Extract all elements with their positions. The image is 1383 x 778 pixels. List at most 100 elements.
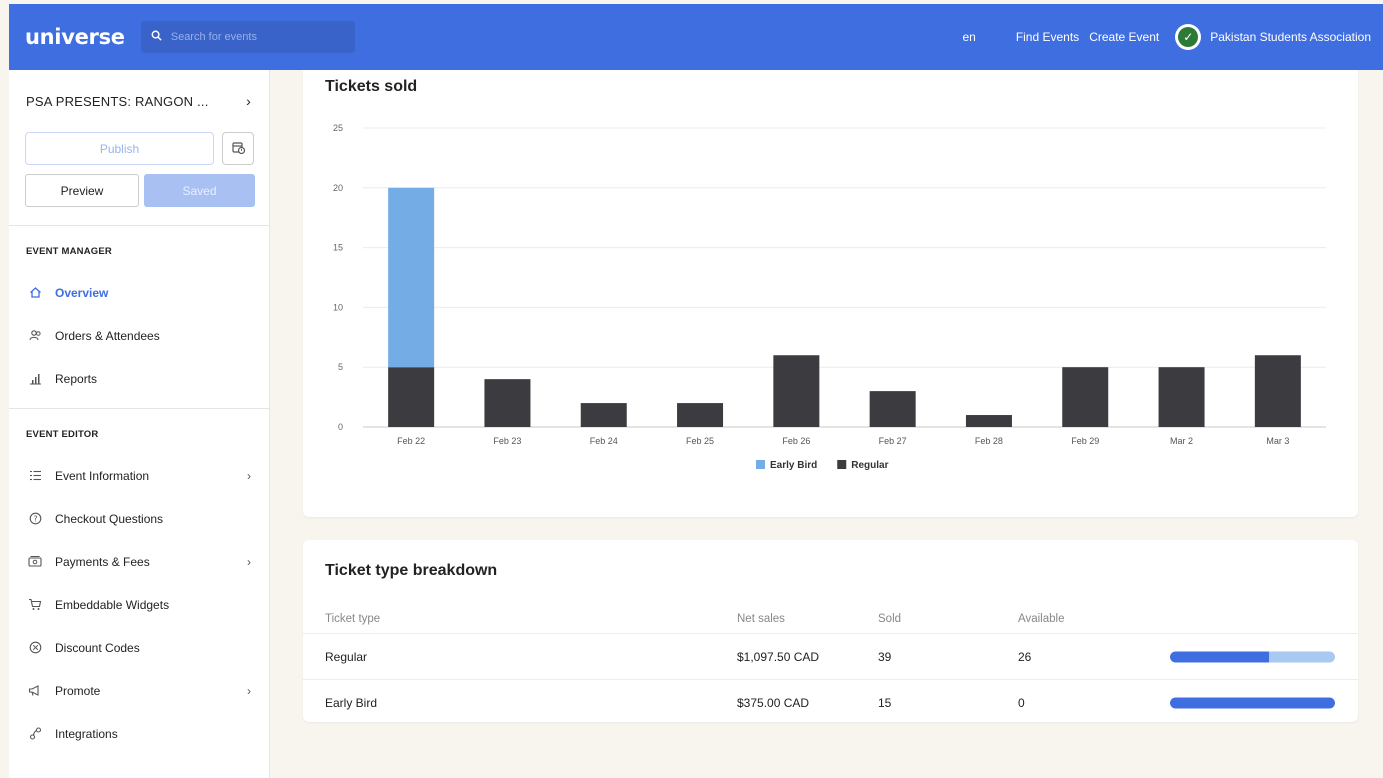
sold-cell: 39 [878, 649, 892, 664]
create-event-link[interactable]: Create Event [1089, 30, 1159, 44]
people-icon [28, 329, 42, 343]
chart-bar-regular [869, 391, 916, 427]
legend-swatch [837, 460, 847, 469]
universe-logo[interactable]: universe [25, 25, 125, 49]
sales-progress-fill [1170, 651, 1269, 662]
org-logo-icon: ✓ [1178, 27, 1199, 47]
y-tick-label: 5 [338, 362, 343, 372]
x-tick-label: Feb 26 [782, 436, 810, 446]
header-available: Available [1018, 612, 1065, 625]
sidebar-item-payments-fees[interactable]: Payments & Fees › [9, 540, 269, 583]
y-tick-label: 15 [333, 243, 343, 253]
sidebar-item-integrations[interactable]: Integrations [9, 712, 269, 755]
legend-label: Regular [851, 460, 888, 471]
sidebar: PSA PRESENTS: RANGON ... › Publish Previ… [9, 70, 270, 778]
sidebar-item-event-information[interactable]: Event Information › [9, 454, 269, 497]
search-box[interactable] [140, 21, 355, 53]
discount-icon [28, 641, 42, 655]
x-tick-label: Feb 23 [493, 436, 521, 446]
net-sales-cell: $375.00 CAD [737, 696, 810, 710]
table-header: Ticket type Net sales Sold Available [303, 604, 1358, 634]
sidebar-item-reports[interactable]: Reports [9, 357, 269, 400]
sidebar-item-label: Discount Codes [55, 640, 140, 655]
chart-bar-regular [677, 403, 724, 427]
net-sales-cell: $1,097.50 CAD [737, 649, 820, 664]
header-ticket-type: Ticket type [325, 612, 381, 625]
y-tick-label: 10 [333, 302, 343, 312]
header-sold: Sold [878, 612, 902, 625]
sidebar-item-embeddable-widgets[interactable]: Embeddable Widgets [9, 583, 269, 626]
home-icon [28, 286, 42, 300]
chart-bar-regular [484, 379, 531, 427]
sidebar-item-label: Promote [55, 683, 101, 698]
chart-bar-regular [1158, 367, 1205, 427]
table-row: Regular $1,097.50 CAD 39 26 [303, 634, 1358, 680]
sidebar-item-label: Payments & Fees [55, 554, 150, 569]
cart-icon [28, 598, 42, 612]
event-manager-heading: EVENT MANAGER [26, 246, 112, 257]
chart-bar-regular [773, 355, 820, 427]
x-tick-label: Feb 28 [975, 436, 1003, 446]
chevron-right-icon: › [247, 468, 251, 483]
x-tick-label: Mar 2 [1170, 436, 1193, 446]
sidebar-item-label: Integrations [55, 726, 118, 741]
available-cell: 0 [1018, 696, 1025, 710]
chevron-right-icon: › [246, 93, 251, 109]
event-title: PSA PRESENTS: RANGON ... [26, 93, 209, 109]
sidebar-item-overview[interactable]: Overview [9, 271, 269, 314]
org-avatar[interactable]: ✓ [1175, 24, 1202, 50]
publish-button[interactable]: Publish [25, 132, 214, 165]
ticket-type-cell: Early Bird [325, 696, 378, 710]
wallet-icon [28, 555, 42, 569]
sidebar-item-promote[interactable]: Promote › [9, 669, 269, 712]
sidebar-item-label: Orders & Attendees [55, 328, 160, 343]
top-navigation-bar: universe en Find Events Create Event ✓ P… [9, 4, 1383, 70]
chart-bar-regular [1062, 367, 1109, 427]
chart-bar-regular [1254, 355, 1301, 427]
x-tick-label: Feb 29 [1071, 436, 1099, 446]
x-tick-label: Feb 22 [397, 436, 425, 446]
sidebar-item-checkout-questions[interactable]: ? Checkout Questions [9, 497, 269, 540]
megaphone-icon [28, 684, 42, 698]
chart-bar-early-bird [388, 187, 435, 368]
chart-bar-regular [580, 403, 627, 427]
sales-progress-fill [1170, 697, 1335, 709]
search-input[interactable] [170, 31, 341, 43]
sidebar-item-discount-codes[interactable]: Discount Codes [9, 626, 269, 669]
sidebar-item-orders-attendees[interactable]: Orders & Attendees [9, 314, 269, 357]
table-row: Early Bird $375.00 CAD 15 0 [303, 680, 1358, 726]
calendar-clock-icon [231, 141, 245, 157]
ticket-breakdown-card: Ticket type breakdown Ticket type Net sa… [303, 540, 1358, 722]
header-net-sales: Net sales [737, 612, 785, 625]
sold-cell: 15 [878, 696, 892, 710]
sidebar-item-label: Overview [55, 285, 109, 300]
sidebar-item-label: Reports [55, 371, 98, 386]
link-icon [28, 727, 42, 741]
svg-text:?: ? [33, 514, 37, 523]
divider [9, 225, 269, 226]
sales-progress-bar [1170, 651, 1335, 662]
language-selector[interactable]: en [962, 30, 975, 44]
available-cell: 26 [1018, 649, 1032, 664]
sales-progress-bar [1170, 697, 1335, 709]
divider [9, 408, 269, 409]
chevron-right-icon: › [247, 683, 251, 698]
bar-chart-icon [28, 372, 42, 386]
sidebar-item-label: Checkout Questions [55, 511, 164, 526]
x-tick-label: Feb 27 [879, 436, 907, 446]
preview-button[interactable]: Preview [25, 174, 139, 207]
saved-button[interactable]: Saved [144, 174, 255, 207]
chart-bar-regular [965, 415, 1012, 427]
chart-bar-regular [388, 367, 435, 427]
x-tick-label: Feb 25 [686, 436, 714, 446]
y-tick-label: 25 [333, 123, 343, 133]
event-title-link[interactable]: PSA PRESENTS: RANGON ... › [9, 70, 269, 132]
x-tick-label: Mar 3 [1266, 436, 1289, 446]
event-editor-heading: EVENT EDITOR [26, 429, 99, 440]
org-name-link[interactable]: Pakistan Students Association [1210, 30, 1371, 44]
find-events-link[interactable]: Find Events [1016, 30, 1079, 44]
legend-swatch [756, 460, 765, 469]
search-icon [151, 28, 162, 46]
schedule-button[interactable] [222, 132, 254, 165]
x-tick-label: Feb 24 [590, 436, 618, 446]
